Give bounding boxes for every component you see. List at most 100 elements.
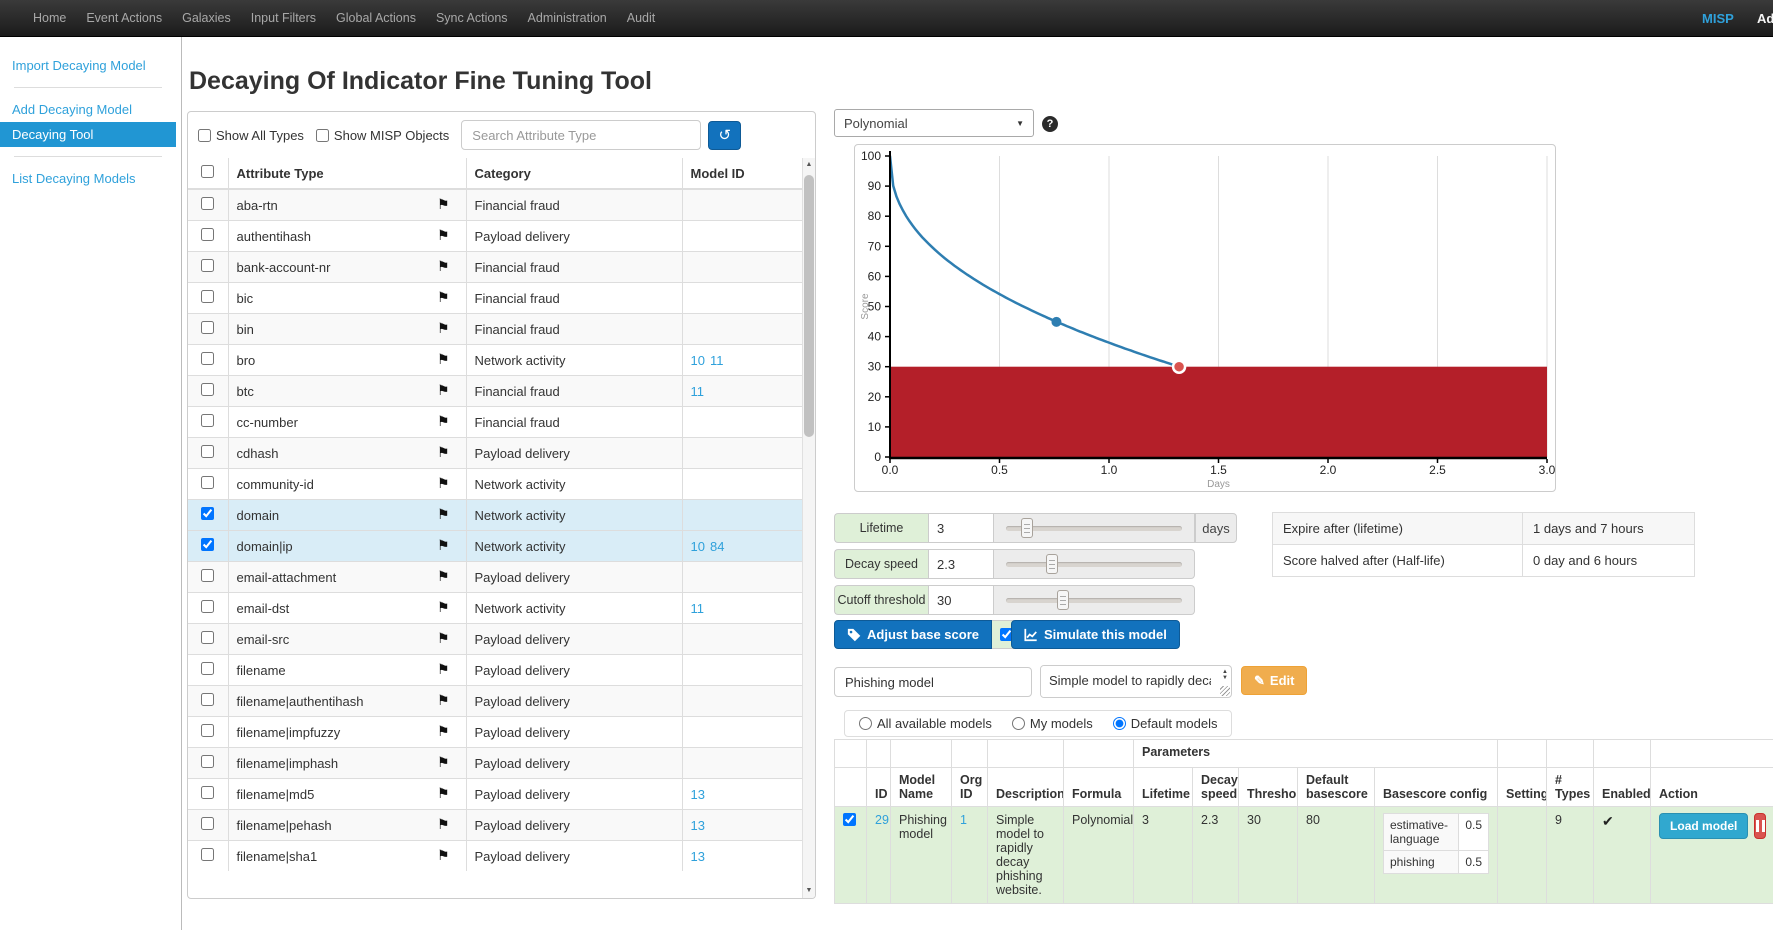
filter-option-my-models[interactable]: My models xyxy=(1012,716,1093,731)
row-checkbox[interactable] xyxy=(201,383,214,396)
spinner-arrows-icon[interactable]: ▲▼ xyxy=(1222,669,1228,681)
row-checkbox[interactable] xyxy=(201,600,214,613)
nav-item-galaxies[interactable]: Galaxies xyxy=(172,0,241,36)
slider-track-area-lifetime[interactable] xyxy=(994,513,1195,543)
row-select-cell xyxy=(188,748,228,779)
row-checkbox[interactable] xyxy=(201,817,214,830)
basescore-config-cell: estimative-language0.5phishing0.5 xyxy=(1375,807,1498,904)
slider-row-cutoff-threshold: Cutoff threshold30 xyxy=(834,585,1195,615)
slider-value-cutoff-threshold[interactable]: 30 xyxy=(928,585,994,615)
row-checkbox[interactable] xyxy=(201,259,214,272)
misp-brand-link[interactable]: MISP xyxy=(1702,0,1734,37)
config-value: 0.5 xyxy=(1459,814,1489,851)
pause-model-button[interactable] xyxy=(1754,813,1766,839)
model-name-input[interactable] xyxy=(834,667,1032,697)
nav-item-event-actions[interactable]: Event Actions xyxy=(76,0,172,36)
nav-item-sync-actions[interactable]: Sync Actions xyxy=(426,0,518,36)
model-id-link[interactable]: 11 xyxy=(691,384,705,399)
sidebar-item-decaying-tool[interactable]: Decaying Tool xyxy=(0,122,176,147)
select-all-checkbox[interactable] xyxy=(201,165,214,178)
search-attribute-input[interactable] xyxy=(461,120,701,150)
model-id-cell-link[interactable]: 29 xyxy=(875,813,889,827)
nav-item-input-filters[interactable]: Input Filters xyxy=(241,0,326,36)
sidebar-item-list-decaying-models[interactable]: List Decaying Models xyxy=(0,166,176,191)
row-checkbox[interactable] xyxy=(201,569,214,582)
model-id-link[interactable]: 10 xyxy=(691,353,705,368)
resize-grip-icon[interactable] xyxy=(1220,686,1230,696)
slider-value-decay-speed[interactable]: 2.3 xyxy=(928,549,994,579)
show-all-types-checkbox[interactable] xyxy=(198,129,211,142)
simulate-model-button[interactable]: Simulate this model xyxy=(1011,620,1180,649)
edit-model-button[interactable]: ✎ Edit xyxy=(1241,666,1307,695)
row-checkbox[interactable] xyxy=(201,786,214,799)
row-checkbox[interactable] xyxy=(201,848,214,861)
slider-value-lifetime[interactable]: 3 xyxy=(928,513,994,543)
category-cell: Financial fraud xyxy=(466,283,682,314)
row-checkbox[interactable] xyxy=(201,724,214,737)
row-checkbox[interactable] xyxy=(201,414,214,427)
model-id-link[interactable]: 11 xyxy=(691,601,705,616)
filter-radio-all-available-models[interactable] xyxy=(859,717,872,730)
scroll-up-arrow[interactable]: ▲ xyxy=(803,158,815,172)
row-checkbox[interactable] xyxy=(201,197,214,210)
slider-handle[interactable] xyxy=(1057,590,1069,610)
attribute-type-label: cc-number xyxy=(237,415,298,430)
curve-point-marker xyxy=(1051,317,1061,327)
row-checkbox[interactable] xyxy=(201,352,214,365)
slider-track-area-decay-speed[interactable] xyxy=(994,549,1195,579)
filter-radio-my-models[interactable] xyxy=(1012,717,1025,730)
model-row-checkbox[interactable] xyxy=(843,813,856,826)
row-checkbox[interactable] xyxy=(201,507,214,520)
flag-icon: ⚑ xyxy=(437,694,450,707)
row-checkbox[interactable] xyxy=(201,290,214,303)
attr-row-domain-ip: ⚑domain|ipNetwork activity1084 xyxy=(188,531,802,562)
nav-user-link[interactable]: Ad xyxy=(1757,0,1773,37)
nav-item-home[interactable]: Home xyxy=(23,0,76,36)
slider-handle[interactable] xyxy=(1021,518,1033,538)
row-checkbox[interactable] xyxy=(201,631,214,644)
show-misp-objects-checkbox[interactable] xyxy=(316,129,329,142)
scroll-down-arrow[interactable]: ▼ xyxy=(803,884,815,898)
filter-radio-default-models[interactable] xyxy=(1113,717,1126,730)
sidebar-item-import-decaying-model[interactable]: Import Decaying Model xyxy=(0,53,176,78)
row-checkbox[interactable] xyxy=(201,445,214,458)
model-id-link[interactable]: 10 xyxy=(691,539,705,554)
model-id-link[interactable]: 13 xyxy=(691,818,705,833)
show-misp-objects-option[interactable]: Show MISP Objects xyxy=(316,128,449,143)
slider-handle[interactable] xyxy=(1046,554,1058,574)
attribute-table-scrollbar[interactable]: ▲ ▼ xyxy=(802,158,815,898)
nav-item-global-actions[interactable]: Global Actions xyxy=(326,0,426,36)
row-checkbox[interactable] xyxy=(201,755,214,768)
flag-icon: ⚑ xyxy=(437,787,450,800)
refresh-button[interactable]: ↺ xyxy=(708,121,741,150)
model-id-cell xyxy=(682,438,802,469)
adjust-base-score-button[interactable]: Adjust base score xyxy=(834,620,992,649)
filter-option-default-models[interactable]: Default models xyxy=(1113,716,1218,731)
category-cell: Financial fraud xyxy=(466,376,682,407)
row-checkbox[interactable] xyxy=(201,476,214,489)
filter-option-all-available-models[interactable]: All available models xyxy=(859,716,992,731)
model-id-link[interactable]: 13 xyxy=(691,787,705,802)
row-checkbox[interactable] xyxy=(201,228,214,241)
slider-track-area-cutoff-threshold[interactable] xyxy=(994,585,1195,615)
model-id-link[interactable]: 11 xyxy=(710,353,724,368)
category-cell: Payload delivery xyxy=(466,810,682,841)
show-all-types-option[interactable]: Show All Types xyxy=(198,128,304,143)
nav-item-administration[interactable]: Administration xyxy=(518,0,617,36)
decay-curve-chart[interactable]: 01020304050607080901000.00.51.01.52.02.5… xyxy=(856,146,1556,490)
scrollbar-thumb[interactable] xyxy=(804,175,814,437)
attribute-type-cell: ⚑filename|sha1 xyxy=(228,841,466,872)
row-checkbox[interactable] xyxy=(201,321,214,334)
row-checkbox[interactable] xyxy=(201,538,214,551)
org-id-cell-link[interactable]: 1 xyxy=(960,813,967,827)
help-icon[interactable]: ? xyxy=(1042,116,1058,132)
model-id-link[interactable]: 13 xyxy=(691,849,705,864)
row-checkbox[interactable] xyxy=(201,693,214,706)
row-checkbox[interactable] xyxy=(201,662,214,675)
sidebar-item-add-decaying-model[interactable]: Add Decaying Model xyxy=(0,97,176,122)
nav-item-audit[interactable]: Audit xyxy=(617,0,666,36)
model-id-link[interactable]: 84 xyxy=(710,539,724,554)
formula-select[interactable]: Polynomial ▼ xyxy=(834,109,1034,137)
load-model-button[interactable]: Load model xyxy=(1659,813,1748,839)
model-description-textarea[interactable]: Simple model to rapidly decay xyxy=(1041,666,1211,697)
